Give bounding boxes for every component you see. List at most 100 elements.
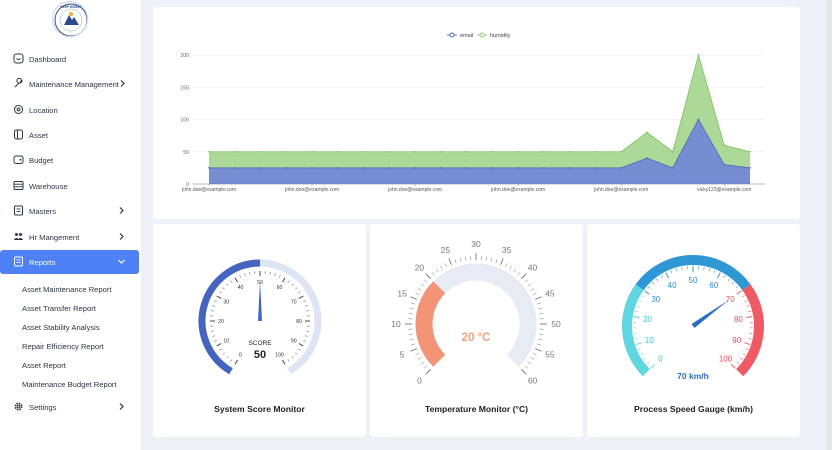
temperature-tick <box>435 268 439 273</box>
sidebar-subitem-maintenance-budget-report[interactable]: Maintenance Budget Report <box>22 380 117 389</box>
speed-tick-label: 0 <box>658 355 663 364</box>
sidebar-subitem-asset-transfer-report[interactable]: Asset Transfer Report <box>22 304 96 313</box>
temperature-gauge-title: Temperature Monitor (°C) <box>424 404 529 414</box>
speed-tick <box>727 278 731 282</box>
email-point <box>671 166 674 169</box>
y-tick-label: 50 <box>183 150 189 156</box>
sidebar-item-maintenance-management[interactable]: Maintenance Management <box>0 72 139 96</box>
sidebar-subitem-asset-stability-analysis[interactable]: Asset Stability Analysis <box>22 323 100 332</box>
email-point <box>723 163 726 166</box>
x-tick-label: john.doe@example.com <box>284 187 339 193</box>
score-tick <box>214 300 217 302</box>
score-tick <box>298 291 301 294</box>
speed-tick <box>641 295 645 298</box>
humidity-point <box>594 150 597 153</box>
temperature-tick <box>538 338 543 341</box>
temperature-tick <box>425 368 432 375</box>
sidebar-subitem-repair-efficiency-report[interactable]: Repair Efficiency Report <box>22 342 104 351</box>
temperature-tick <box>530 357 535 360</box>
temperature-tick-label: 40 <box>528 262 538 272</box>
humidity-point <box>620 150 623 153</box>
temperature-tick-label: 5 <box>400 350 405 360</box>
x-tick-label: john.doe@example.com <box>181 187 236 193</box>
sidebar-item-label: Dashboard <box>29 55 67 64</box>
sidebar-item-label: Reports <box>29 258 56 267</box>
score-tick <box>303 340 306 342</box>
temperature-tick-label: 20 <box>415 262 425 272</box>
sidebar-item-asset[interactable]: Asset <box>0 123 139 147</box>
page-scrollbar[interactable] <box>826 0 832 450</box>
speed-tick-label: 30 <box>651 295 660 304</box>
humidity-point <box>568 150 571 153</box>
email-point <box>311 166 313 169</box>
score-tick <box>212 305 215 307</box>
temperature-tick <box>536 343 541 346</box>
temperature-tick <box>532 352 537 356</box>
score-tick-label: 80 <box>296 319 302 325</box>
sidebar-item-label: Masters <box>29 207 57 216</box>
speed-tick-label: 90 <box>732 336 741 345</box>
temperature-tick <box>424 279 428 283</box>
score-tick-label: 30 <box>223 299 229 305</box>
speed-tick <box>717 272 721 279</box>
y-tick-label: 200 <box>180 53 189 59</box>
email-point <box>697 118 700 121</box>
sidebar-subitem-asset-report[interactable]: Asset Report <box>22 361 66 370</box>
sidebar-item-hr-management[interactable]: Hr Mangement <box>0 225 139 249</box>
speed-tick-label: 40 <box>668 281 677 290</box>
email-point <box>620 166 623 169</box>
sidebar-item-warehouse[interactable]: Warehouse <box>0 174 139 198</box>
email-point <box>208 166 210 169</box>
sidebar-item-label: Budget <box>29 156 54 165</box>
speed-tick <box>640 353 644 356</box>
temperature-tick-label: 35 <box>502 245 512 255</box>
speed-tick-label: 20 <box>643 315 652 324</box>
speed-tick <box>635 342 642 346</box>
score-tick <box>287 280 290 283</box>
score-tick-label: 40 <box>238 285 244 291</box>
speed-band-arc <box>736 284 764 377</box>
score-tick <box>219 348 222 351</box>
temperature-gauge: 0 5 10 15 20 25 30 35 40 45 50 55 60 20 °C <box>391 239 561 386</box>
humidity-point <box>465 150 468 153</box>
humidity-point <box>414 150 416 153</box>
temperature-tick <box>495 259 498 264</box>
speed-tick <box>748 310 752 313</box>
score-tick <box>212 335 215 337</box>
email-point <box>568 166 571 169</box>
score-tick <box>298 348 301 351</box>
score-tick-label: 100 <box>275 353 284 359</box>
speed-tick <box>723 275 726 279</box>
score-tick <box>216 343 222 347</box>
sidebar-item-masters[interactable]: Masters <box>0 199 139 223</box>
speed-card: 0 10 20 30 40 50 60 70 80 90 100 70 km/h Process Sp… <box>587 224 800 437</box>
humidity-point <box>388 150 391 153</box>
speed-value: 70 km/h <box>677 371 709 381</box>
sidebar-item-reports[interactable]: Reports <box>0 250 139 274</box>
chevron-right-icon <box>117 232 126 241</box>
score-tick <box>219 291 222 294</box>
score-tick-label: 10 <box>223 338 229 344</box>
humidity-point <box>749 150 751 153</box>
chevron-down-icon <box>117 257 126 266</box>
sidebar-item-settings[interactable]: Settings <box>0 395 139 419</box>
score-tick <box>282 277 286 283</box>
report-icon <box>13 256 24 267</box>
score-gauge: 0102030405060708090100SCORE50 <box>198 259 322 375</box>
wallet-icon <box>13 154 24 165</box>
temperature-tick <box>408 313 413 315</box>
speed-tick-label: 80 <box>734 315 743 324</box>
users-icon <box>13 231 24 242</box>
speed-tick <box>735 286 739 289</box>
sidebar-subitem-asset-maintenance-report[interactable]: Asset Maintenance Report <box>22 285 112 294</box>
legend-marker <box>479 32 485 38</box>
temperature-tick <box>417 288 422 291</box>
speed-tick <box>675 268 678 272</box>
sidebar: KEEP WISELY Dashboard Maintenance Manage… <box>0 0 141 450</box>
x-tick-label: john.doe@example.com <box>490 187 545 193</box>
sidebar-item-dashboard[interactable]: Dashboard <box>0 47 139 71</box>
humidity-point <box>362 150 365 153</box>
sidebar-item-location[interactable]: Location <box>0 98 139 122</box>
sidebar-item-budget[interactable]: Budget <box>0 148 139 172</box>
speed-tick <box>703 267 705 271</box>
